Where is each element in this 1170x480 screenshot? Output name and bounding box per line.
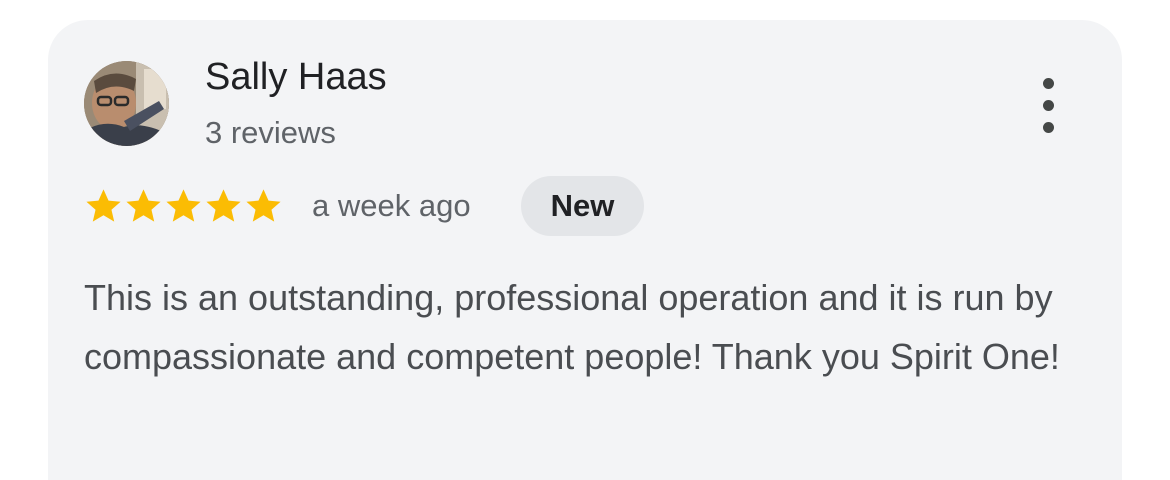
avatar-photo <box>84 61 169 146</box>
review-card: Sally Haas 3 reviews a week ago New This… <box>48 20 1122 480</box>
star-icon <box>86 189 121 222</box>
star-icon <box>126 189 161 222</box>
new-badge: New <box>521 176 644 236</box>
author-name[interactable]: Sally Haas <box>205 54 387 100</box>
star-icon <box>206 189 241 222</box>
star-icon <box>246 189 281 222</box>
review-time: a week ago <box>312 188 471 223</box>
more-options-button[interactable] <box>1034 78 1064 134</box>
avatar[interactable] <box>84 61 169 146</box>
author-review-count: 3 reviews <box>205 115 336 150</box>
review-text: This is an outstanding, professional ope… <box>84 277 1060 377</box>
star-rating <box>84 186 283 226</box>
star-icon <box>166 189 201 222</box>
